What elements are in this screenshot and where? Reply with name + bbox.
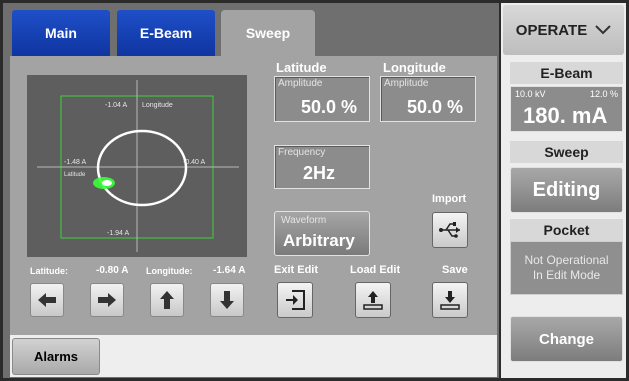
change-button[interactable]: Change bbox=[510, 316, 623, 362]
download-icon bbox=[440, 291, 460, 310]
exit-edit-button[interactable] bbox=[277, 282, 313, 318]
pocket-status-header: Pocket bbox=[510, 219, 623, 241]
ebeam-status-display: 10.0 kV 12.0 % 180. mA bbox=[510, 86, 623, 132]
waveform-value: Arbitrary bbox=[283, 231, 355, 250]
exit-edit-caption: Exit Edit bbox=[274, 264, 319, 276]
move-up-button[interactable] bbox=[150, 283, 184, 317]
ebeam-voltage: 10.0 kV bbox=[515, 89, 546, 99]
longitude-header: Longitude bbox=[383, 60, 446, 75]
longitude-amplitude-value: 50.0 % bbox=[406, 97, 463, 117]
longitude-amplitude-caption: Amplitude bbox=[384, 78, 429, 89]
move-down-button[interactable] bbox=[210, 283, 244, 317]
import-caption: Import bbox=[432, 193, 467, 205]
alarms-button[interactable]: Alarms bbox=[12, 338, 100, 375]
tab-main[interactable]: Main bbox=[12, 10, 110, 56]
plot-bottom-label: -1.94 A bbox=[107, 230, 130, 237]
latitude-readout-value: -0.80 A bbox=[96, 265, 129, 276]
plot-right-label: -0.40 A bbox=[183, 159, 206, 166]
move-left-button[interactable] bbox=[30, 283, 64, 317]
pocket-status-line1: Not Operational bbox=[524, 253, 609, 267]
save-caption: Save bbox=[442, 264, 468, 276]
pocket-status-display: Not Operational In Edit Mode bbox=[510, 241, 623, 295]
sweep-pattern-circle bbox=[96, 129, 188, 207]
operate-label: OPERATE bbox=[515, 21, 588, 39]
latitude-readout-label: Latitude: bbox=[30, 266, 68, 276]
operate-menu[interactable]: OPERATE bbox=[503, 5, 624, 55]
plot-left-label: -1.48 A bbox=[64, 159, 87, 166]
arrow-up-icon bbox=[160, 291, 174, 309]
chevron-down-icon bbox=[595, 25, 611, 35]
latitude-amplitude-value: 50.0 % bbox=[300, 97, 357, 117]
ebeam-status-header: E-Beam bbox=[510, 62, 623, 84]
usb-icon bbox=[439, 222, 460, 238]
ebeam-percent: 12.0 % bbox=[589, 89, 618, 99]
move-right-button[interactable] bbox=[90, 283, 124, 317]
sweep-status-header: Sweep bbox=[510, 141, 623, 163]
ebeam-current: 180. mA bbox=[523, 103, 608, 128]
latitude-header: Latitude bbox=[276, 60, 327, 75]
frequency-field[interactable]: Frequency 2Hz bbox=[274, 145, 370, 189]
latitude-amplitude-field[interactable]: Amplitude 50.0 % bbox=[274, 76, 370, 122]
tab-sweep[interactable]: Sweep bbox=[221, 10, 315, 56]
import-button[interactable] bbox=[432, 212, 468, 248]
tab-ebeam[interactable]: E-Beam bbox=[117, 10, 215, 56]
sweep-editing-button[interactable]: Editing bbox=[510, 167, 623, 213]
frequency-caption: Frequency bbox=[278, 147, 326, 158]
arrow-left-icon bbox=[38, 293, 56, 307]
arrow-right-icon bbox=[98, 293, 116, 307]
plot-top-axis-label: Longitude bbox=[142, 102, 173, 109]
arrow-down-icon bbox=[220, 291, 234, 309]
latitude-amplitude-caption: Amplitude bbox=[278, 78, 323, 89]
exit-icon bbox=[286, 290, 305, 310]
sweep-plot-svg: -1.04 A Longitude -1.48 A Latitude -0.40… bbox=[37, 80, 239, 252]
load-edit-button[interactable] bbox=[355, 282, 391, 318]
sweep-pattern-plot[interactable]: -1.04 A Longitude -1.48 A Latitude -0.40… bbox=[27, 75, 247, 257]
upload-icon bbox=[363, 291, 383, 310]
waveform-caption: Waveform bbox=[281, 215, 327, 226]
plot-left-axis-label: Latitude bbox=[64, 172, 86, 178]
frequency-value: 2Hz bbox=[303, 163, 336, 183]
pocket-status-line2: In Edit Mode bbox=[532, 268, 601, 282]
load-edit-caption: Load Edit bbox=[350, 264, 401, 276]
waveform-select[interactable]: Waveform Arbitrary bbox=[274, 211, 370, 256]
beam-spot-core bbox=[102, 180, 112, 186]
longitude-amplitude-field[interactable]: Amplitude 50.0 % bbox=[380, 76, 476, 122]
plot-top-label: -1.04 A bbox=[105, 102, 128, 109]
longitude-readout-value: -1.64 A bbox=[213, 265, 246, 276]
save-button[interactable] bbox=[432, 282, 468, 318]
longitude-readout-label: Longitude: bbox=[146, 266, 193, 276]
